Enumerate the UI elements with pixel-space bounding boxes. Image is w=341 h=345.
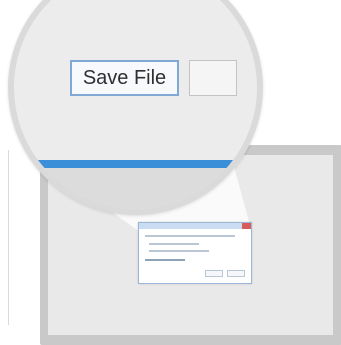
dialog-cancel-button-thumbnail bbox=[227, 270, 245, 277]
illustration: Save File bbox=[0, 0, 341, 345]
magnifier-circle: Save File bbox=[8, 0, 263, 215]
close-icon bbox=[242, 223, 251, 229]
dialog-save-button-thumbnail bbox=[205, 270, 223, 277]
dialog-text-line bbox=[149, 250, 209, 252]
window-accent-band bbox=[14, 160, 257, 168]
adjacent-button[interactable] bbox=[189, 60, 237, 96]
window-lower-area bbox=[14, 168, 257, 209]
dialog-text-line bbox=[149, 243, 199, 245]
dialog-text-line bbox=[145, 235, 235, 237]
dialog-text-line bbox=[145, 259, 185, 261]
save-file-button[interactable]: Save File bbox=[70, 60, 179, 96]
save-dialog-thumbnail bbox=[138, 222, 252, 284]
dialog-titlebar bbox=[139, 223, 251, 229]
